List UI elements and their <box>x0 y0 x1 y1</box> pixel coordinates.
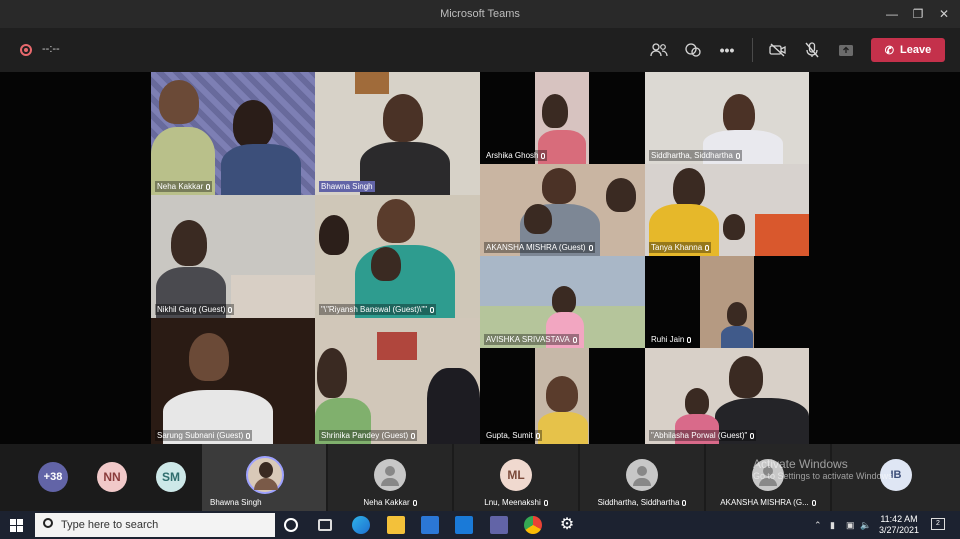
video-grid: Neha Kakkar Nikhil Garg (Guest) Sarung S… <box>0 72 960 444</box>
video-tile[interactable]: Gupta, Sumit <box>480 348 645 444</box>
watermark-subtitle: Go to Settings to activate Windows. <box>753 471 896 481</box>
recording-icon <box>20 44 32 56</box>
more-participants-button[interactable]: +38 <box>38 462 68 492</box>
participant-name: Lnu, Meenakshi <box>454 498 578 507</box>
mail-icon[interactable] <box>455 516 473 534</box>
video-tile[interactable]: AKANSHA MISHRA (Guest) <box>480 164 645 256</box>
chrome-icon[interactable] <box>524 516 542 534</box>
participant-name: Shrinika Pandey (Guest) <box>319 430 418 441</box>
chat-icon[interactable] <box>683 40 703 60</box>
participant-name: AKANSHA MISHRA (Guest) <box>484 242 595 253</box>
participant-name: Sarung Subnani (Guest) <box>155 430 253 441</box>
video-tile[interactable]: Neha Kakkar <box>151 72 315 195</box>
clock-time: 11:42 AM <box>880 514 918 524</box>
settings-gear-icon[interactable]: ⚙ <box>558 516 576 534</box>
edge-icon[interactable] <box>352 516 370 534</box>
call-timer: --:-- <box>42 43 60 55</box>
window-title: Microsoft Teams <box>440 8 520 20</box>
participant-strip: +38 NN SM Bhawna Singh Neha Kakkar ML Ln… <box>0 444 960 511</box>
participant-name: "Abhilasha Porwal (Guest)" <box>649 430 757 441</box>
participant-name: Neha Kakkar <box>328 498 452 507</box>
windows-taskbar: Type here to search ⚙ ⌃ ▮ ▣ 🔈 11:42 AM 3… <box>0 511 960 539</box>
cortana-icon[interactable] <box>284 518 298 532</box>
avatar[interactable]: NN <box>97 462 127 492</box>
participant-name: Siddhartha, Siddhartha <box>580 498 704 507</box>
call-toolbar: --:-- ••• ✆ Leave <box>0 28 960 72</box>
participant-name: Ruhi Jain <box>649 334 694 345</box>
participant-name: AVISHKA SRIVASTAVA <box>484 334 579 345</box>
notification-count: 2 <box>936 520 940 527</box>
mic-off-icon[interactable] <box>802 40 822 60</box>
windows-start-icon[interactable] <box>10 519 23 532</box>
taskbar-search-box[interactable]: Type here to search <box>35 513 275 537</box>
participant-name: Tanya Khanna <box>649 242 712 253</box>
participant-name: "\"Riyansh Banswal (Guest)\"" <box>319 304 437 315</box>
participant-slot[interactable]: Bhawna Singh <box>202 444 326 511</box>
video-tile[interactable]: Nikhil Garg (Guest) <box>151 195 315 318</box>
participant-name: Bhawna Singh <box>319 181 375 192</box>
participant-name: Bhawna Singh <box>210 498 262 507</box>
title-bar: Microsoft Teams — ❐ ✕ <box>0 0 960 28</box>
video-tile[interactable]: Shrinika Pandey (Guest) <box>315 318 480 444</box>
video-tile[interactable]: Siddhartha, Siddhartha <box>645 72 809 164</box>
participant-name: Arshika Ghosh <box>484 150 548 161</box>
video-tile[interactable]: Tanya Khanna <box>645 164 809 256</box>
video-tile[interactable]: "Abhilasha Porwal (Guest)" <box>645 348 809 444</box>
participant-slot[interactable]: Neha Kakkar <box>328 444 452 511</box>
leave-label: Leave <box>900 44 932 56</box>
camera-off-icon[interactable] <box>768 40 788 60</box>
battery-icon: ▮ <box>830 520 835 530</box>
share-screen-icon[interactable] <box>836 40 856 60</box>
video-tile[interactable]: AVISHKA SRIVASTAVA <box>480 256 645 348</box>
teams-window: Microsoft Teams — ❐ ✕ --:-- ••• ✆ Leave <box>0 0 960 539</box>
activate-windows-watermark: Activate Windows Go to Settings to activ… <box>753 457 895 481</box>
video-tile[interactable]: Arshika Ghosh <box>480 72 645 164</box>
avatar <box>246 456 284 494</box>
search-placeholder: Type here to search <box>61 519 159 531</box>
video-tile[interactable]: Sarung Subnani (Guest) <box>151 318 315 444</box>
clock-date: 3/27/2021 <box>878 525 920 535</box>
file-explorer-icon[interactable] <box>387 516 405 534</box>
teams-icon[interactable] <box>490 516 508 534</box>
notifications-icon[interactable]: 2 <box>931 518 945 530</box>
toolbar-divider <box>752 38 753 62</box>
avatar[interactable]: SM <box>156 462 186 492</box>
minimize-icon[interactable]: — <box>884 6 900 22</box>
network-icon[interactable]: ▣ <box>846 520 855 531</box>
store-icon[interactable] <box>421 516 439 534</box>
video-tile[interactable]: Bhawna Singh <box>315 72 480 195</box>
participant-slot[interactable]: Siddhartha, Siddhartha <box>580 444 704 511</box>
search-icon <box>43 518 53 528</box>
participant-name: Gupta, Sumit <box>484 430 542 441</box>
avatar <box>374 459 406 491</box>
taskbar-clock[interactable]: 11:42 AM 3/27/2021 <box>870 514 928 536</box>
tray-chevron-icon[interactable]: ⌃ <box>814 520 822 531</box>
participant-name: Neha Kakkar <box>155 181 213 192</box>
participant-slot[interactable]: ML Lnu, Meenakshi <box>454 444 578 511</box>
participant-name: AKANSHA MISHRA (G... <box>706 498 830 507</box>
hang-up-icon: ✆ <box>884 44 894 57</box>
task-view-icon[interactable] <box>318 519 332 531</box>
participants-icon[interactable] <box>649 40 669 60</box>
video-tile[interactable]: "\"Riyansh Banswal (Guest)\"" <box>315 195 480 318</box>
watermark-title: Activate Windows <box>753 457 848 471</box>
close-icon[interactable]: ✕ <box>936 6 952 22</box>
restore-icon[interactable]: ❐ <box>910 6 926 22</box>
video-tile[interactable]: Ruhi Jain <box>645 256 809 348</box>
participant-name: Nikhil Garg (Guest) <box>155 304 235 315</box>
participant-name: Siddhartha, Siddhartha <box>649 150 742 161</box>
avatar <box>626 459 658 491</box>
leave-button[interactable]: ✆ Leave <box>871 38 945 62</box>
more-options-icon[interactable]: ••• <box>717 40 737 60</box>
avatar: ML <box>500 459 532 491</box>
